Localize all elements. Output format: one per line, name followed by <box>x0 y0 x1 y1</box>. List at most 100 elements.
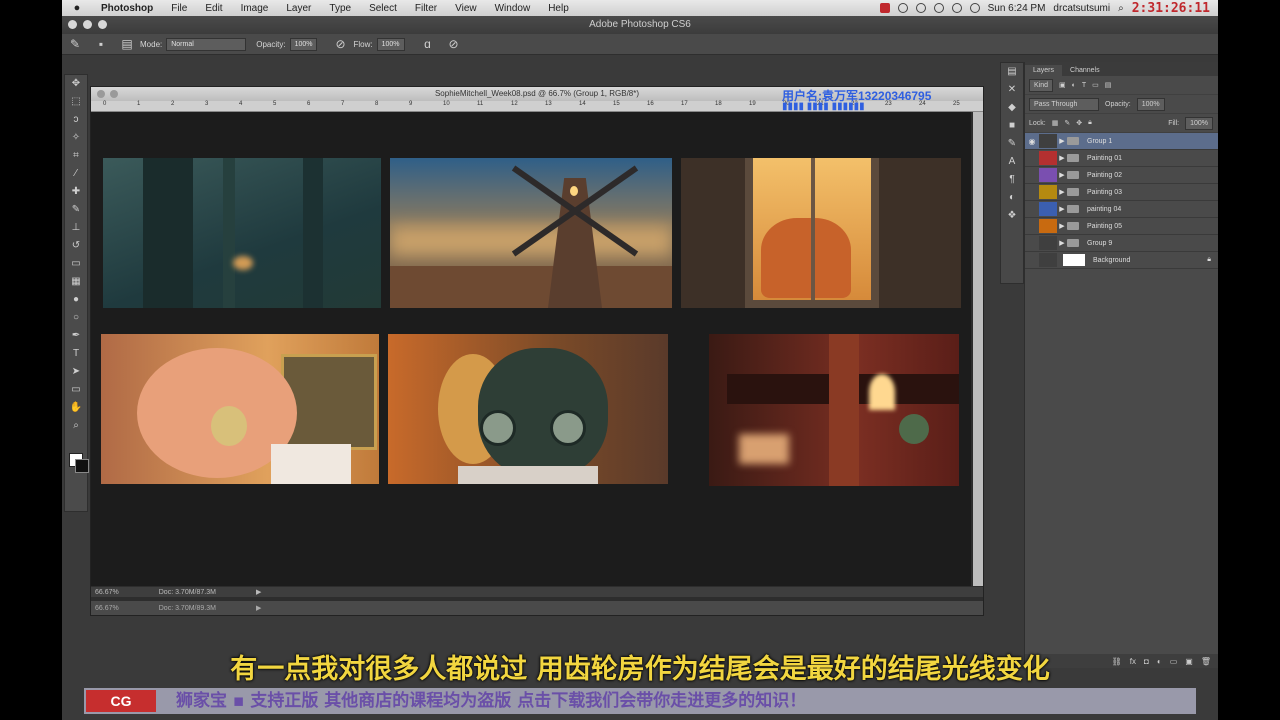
tool-presets-icon[interactable]: ✕ <box>1001 81 1023 99</box>
brush-tool-preset-icon[interactable]: ✎ <box>68 37 82 51</box>
paragraph-panel-icon[interactable]: ¶ <box>1001 171 1023 189</box>
volume-icon[interactable] <box>969 3 980 13</box>
tab-layers[interactable]: Layers <box>1025 65 1063 76</box>
pressure-opacity-icon[interactable]: ⊘ <box>333 37 347 51</box>
airbrush-icon[interactable]: ɑ <box>421 37 435 51</box>
layer-row-group-9[interactable]: ▶ Group 9 <box>1025 235 1218 252</box>
status-menu-arrow-icon[interactable]: ▶ <box>256 588 261 596</box>
move-tool-icon[interactable]: ✥ <box>65 75 87 93</box>
type-tool-icon[interactable]: T <box>65 345 87 363</box>
brush-size-icon[interactable]: ▪ <box>94 37 108 51</box>
filter-type-icon[interactable]: T <box>1082 82 1086 89</box>
expand-triangle-icon[interactable]: ▶ <box>1057 137 1067 145</box>
adjustments-panel-icon[interactable]: ◐ <box>1001 189 1023 207</box>
history-panel-icon[interactable]: ▤ <box>1001 63 1023 81</box>
flow-input[interactable]: 100% <box>376 37 405 51</box>
expand-triangle-icon[interactable]: ▶ <box>1057 205 1067 213</box>
menubar-user[interactable]: drcatsutsumi <box>1053 3 1110 14</box>
blur-tool-icon[interactable]: ● <box>65 291 87 309</box>
menu-filter[interactable]: Filter <box>406 3 446 14</box>
sync-icon[interactable] <box>897 3 908 13</box>
character-panel-icon[interactable]: A <box>1001 153 1023 171</box>
color-panel-icon[interactable]: ■ <box>1001 117 1023 135</box>
clock[interactable]: Sun 6:24 PM <box>988 3 1046 14</box>
eyedropper-tool-icon[interactable]: ⁄ <box>65 165 87 183</box>
zoom-level-2[interactable]: 66.67% <box>95 605 119 612</box>
layer-row-background[interactable]: Background 🔒︎ <box>1025 252 1218 269</box>
marquee-tool-icon[interactable]: ⬚ <box>65 93 87 111</box>
filter-shape-icon[interactable]: ▭ <box>1092 81 1099 89</box>
crop-tool-icon[interactable]: ⌗ <box>65 147 87 165</box>
wifi-icon[interactable] <box>951 3 962 13</box>
layer-row-group-1[interactable]: ◉ ▶ Group 1 <box>1025 133 1218 150</box>
lock-all-icon[interactable]: 🔒︎ <box>1088 119 1092 127</box>
pressure-size-icon[interactable]: ⊘ <box>447 37 461 51</box>
expand-triangle-icon[interactable]: ▶ <box>1057 239 1067 247</box>
lock-pixels-icon[interactable]: ✎ <box>1064 119 1070 127</box>
lasso-tool-icon[interactable]: ↄ <box>65 111 87 129</box>
expand-triangle-icon[interactable]: ▶ <box>1057 188 1067 196</box>
spotlight-icon[interactable]: ⌕ <box>1118 3 1124 14</box>
expand-triangle-icon[interactable]: ▶ <box>1057 171 1067 179</box>
canvas[interactable] <box>91 112 971 586</box>
styles-panel-icon[interactable]: ❖ <box>1001 207 1023 225</box>
status-menu-arrow-icon-2[interactable]: ▶ <box>256 604 261 612</box>
lock-position-icon[interactable]: ✥ <box>1076 119 1082 127</box>
healing-tool-icon[interactable]: ✚ <box>65 183 87 201</box>
menu-app[interactable]: Photoshop <box>92 3 162 14</box>
bluetooth-icon[interactable] <box>933 3 944 13</box>
brush-tool-icon[interactable]: ✎ <box>65 201 87 219</box>
lock-transparent-icon[interactable]: ▦ <box>1052 119 1059 127</box>
gradient-tool-icon[interactable]: ▦ <box>65 273 87 291</box>
blend-mode-select[interactable]: Pass Through <box>1029 97 1099 111</box>
close-window-button[interactable] <box>68 20 77 29</box>
layer-opacity-input[interactable]: 100% <box>1136 97 1165 111</box>
minimize-window-button[interactable] <box>83 20 92 29</box>
record-icon[interactable] <box>879 3 890 13</box>
zoom-window-button[interactable] <box>98 20 107 29</box>
menu-image[interactable]: Image <box>232 3 278 14</box>
document-size[interactable]: Doc: 3.70M/87.3M <box>159 589 216 596</box>
menu-select[interactable]: Select <box>360 3 406 14</box>
apple-menu-icon[interactable]: ● <box>62 2 92 14</box>
comments-panel-icon[interactable]: ◆ <box>1001 99 1023 117</box>
filter-smart-icon[interactable]: ▤ <box>1105 81 1112 89</box>
menu-window[interactable]: Window <box>486 3 540 14</box>
visibility-eye-icon[interactable]: ◉ <box>1025 137 1039 146</box>
document-minimize-button[interactable] <box>110 90 118 98</box>
shape-tool-icon[interactable]: ▭ <box>65 381 87 399</box>
eraser-tool-icon[interactable]: ▭ <box>65 255 87 273</box>
layer-row-painting-03[interactable]: ▶ Painting 03 <box>1025 184 1218 201</box>
background-color-swatch[interactable] <box>75 459 89 473</box>
mode-select[interactable]: Normal <box>166 37 247 51</box>
expand-triangle-icon[interactable]: ▶ <box>1057 222 1067 230</box>
opacity-input[interactable]: 100% <box>289 37 318 51</box>
menu-layer[interactable]: Layer <box>277 3 320 14</box>
menu-view[interactable]: View <box>446 3 486 14</box>
hand-tool-icon[interactable]: ✋ <box>65 399 87 417</box>
stamp-tool-icon[interactable]: ⊥ <box>65 219 87 237</box>
document-close-button[interactable] <box>97 90 105 98</box>
brush-panel-icon-side[interactable]: ✎ <box>1001 135 1023 153</box>
dodge-tool-icon[interactable]: ○ <box>65 309 87 327</box>
menu-help[interactable]: Help <box>539 3 578 14</box>
layer-row-painting-02[interactable]: ▶ Painting 02 <box>1025 167 1218 184</box>
filter-adjustment-icon[interactable]: ◐ <box>1072 82 1076 89</box>
history-brush-tool-icon[interactable]: ↺ <box>65 237 87 255</box>
layer-row-painting-04[interactable]: ▶ painting 04 <box>1025 201 1218 218</box>
brush-panel-icon[interactable]: ▤ <box>120 37 134 51</box>
layer-row-painting-01[interactable]: ▶ Painting 01 <box>1025 150 1218 167</box>
pen-tool-icon[interactable]: ✒ <box>65 327 87 345</box>
menu-file[interactable]: File <box>162 3 196 14</box>
menu-edit[interactable]: Edit <box>196 3 231 14</box>
menu-type[interactable]: Type <box>320 3 360 14</box>
filter-pixel-icon[interactable]: ▣ <box>1059 81 1066 89</box>
vertical-scrollbar[interactable] <box>973 112 983 586</box>
fill-input[interactable]: 100% <box>1185 116 1213 130</box>
layer-row-painting-05[interactable]: ▶ Painting 05 <box>1025 218 1218 235</box>
zoom-tool-icon[interactable]: ⌕ <box>65 417 87 435</box>
tab-channels[interactable]: Channels <box>1062 65 1108 76</box>
path-select-tool-icon[interactable]: ➤ <box>65 363 87 381</box>
document-size-2[interactable]: Doc: 3.70M/89.3M <box>159 605 216 612</box>
magic-wand-tool-icon[interactable]: ✧ <box>65 129 87 147</box>
